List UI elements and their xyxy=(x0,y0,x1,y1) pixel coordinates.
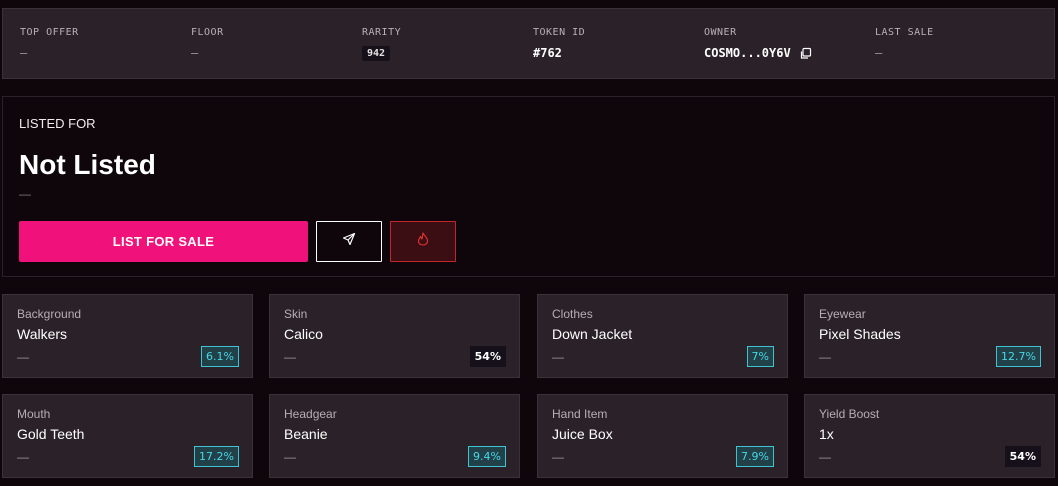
trait-rarity-badge: 17.2% xyxy=(194,446,239,467)
trait-type: Yield Boost xyxy=(819,407,880,421)
trait-value: 1x xyxy=(819,426,834,442)
stats-bar: TOP OFFER — FLOOR — RARITY 942 TOKEN ID … xyxy=(2,8,1055,79)
stat-value: — xyxy=(875,46,883,60)
stat-rarity: RARITY 942 xyxy=(362,27,533,78)
trait-price: — xyxy=(17,450,29,464)
listed-for-label: LISTED FOR xyxy=(19,116,96,131)
trait-type: Eyewear xyxy=(819,307,866,321)
stat-value: — xyxy=(191,46,199,60)
copy-icon[interactable] xyxy=(799,47,812,60)
stat-value: — xyxy=(20,46,28,60)
stat-label: RARITY xyxy=(362,27,402,38)
stat-label: LAST SALE xyxy=(875,27,934,38)
listing-panel: LISTED FOR Not Listed — LIST FOR SALE xyxy=(2,96,1055,277)
trait-value: Beanie xyxy=(284,426,328,442)
trait-type: Headgear xyxy=(284,407,337,421)
trait-rarity-badge: 7% xyxy=(746,346,774,367)
trait-price: — xyxy=(819,450,831,464)
trait-value: Pixel Shades xyxy=(819,326,901,342)
trait-price: — xyxy=(552,450,564,464)
trait-card[interactable]: Eyewear Pixel Shades — 12.7% xyxy=(804,294,1055,378)
stat-value-wrap: 942 xyxy=(362,44,533,62)
burn-button[interactable] xyxy=(390,221,456,262)
owner-address[interactable]: COSMO...0Y6V xyxy=(704,46,791,60)
trait-rarity-badge: 6.1% xyxy=(201,346,239,367)
stat-label: OWNER xyxy=(704,27,737,38)
trait-card[interactable]: Yield Boost 1x — 54% xyxy=(804,394,1055,478)
trait-type: Clothes xyxy=(552,307,593,321)
trait-card[interactable]: Skin Calico — 54% xyxy=(269,294,520,378)
list-for-sale-button[interactable]: LIST FOR SALE xyxy=(19,221,308,262)
trait-card[interactable]: Hand Item Juice Box — 7.9% xyxy=(537,394,788,478)
trait-rarity-badge: 54% xyxy=(469,346,506,367)
trait-value: Juice Box xyxy=(552,426,613,442)
trait-type: Skin xyxy=(284,307,308,321)
trait-price: — xyxy=(284,350,296,364)
trait-price: — xyxy=(17,350,29,364)
stat-floor: FLOOR — xyxy=(191,27,362,78)
trait-price: — xyxy=(552,350,564,364)
flame-icon xyxy=(417,232,429,251)
trait-rarity-badge: 7.9% xyxy=(736,446,774,467)
trait-card[interactable]: Background Walkers — 6.1% xyxy=(2,294,253,378)
rarity-badge: 942 xyxy=(362,45,391,61)
trait-card[interactable]: Headgear Beanie — 9.4% xyxy=(269,394,520,478)
stat-owner: OWNER COSMO...0Y6V xyxy=(704,27,875,78)
listing-price-sub: — xyxy=(19,187,31,201)
stat-value-wrap: COSMO...0Y6V xyxy=(704,44,875,62)
stat-label: TOP OFFER xyxy=(20,27,79,38)
stat-value: #762 xyxy=(533,46,562,60)
trait-value: Gold Teeth xyxy=(17,426,85,442)
trait-rarity-badge: 12.7% xyxy=(996,346,1041,367)
stat-label: TOKEN ID xyxy=(533,27,586,38)
trait-rarity-badge: 9.4% xyxy=(468,446,506,467)
trait-price: — xyxy=(284,450,296,464)
trait-value: Walkers xyxy=(17,326,68,342)
trait-price: — xyxy=(819,350,831,364)
stat-top-offer: TOP OFFER — xyxy=(20,27,191,78)
stat-token-id: TOKEN ID #762 xyxy=(533,27,704,78)
trait-value: Down Jacket xyxy=(552,326,633,342)
trait-value: Calico xyxy=(284,326,323,342)
trait-card[interactable]: Clothes Down Jacket — 7% xyxy=(537,294,788,378)
listing-status-title: Not Listed xyxy=(19,149,156,180)
trait-card[interactable]: Mouth Gold Teeth — 17.2% xyxy=(2,394,253,478)
stat-label: FLOOR xyxy=(191,27,224,38)
trait-type: Mouth xyxy=(17,407,51,421)
traits-grid: Background Walkers — 6.1% Skin Calico — … xyxy=(2,294,1055,484)
trait-rarity-badge: 54% xyxy=(1004,446,1041,467)
send-icon xyxy=(342,232,356,251)
trait-type: Background xyxy=(17,307,82,321)
trait-type: Hand Item xyxy=(552,407,608,421)
stat-last-sale: LAST SALE — xyxy=(875,27,1046,78)
transfer-button[interactable] xyxy=(316,221,382,262)
